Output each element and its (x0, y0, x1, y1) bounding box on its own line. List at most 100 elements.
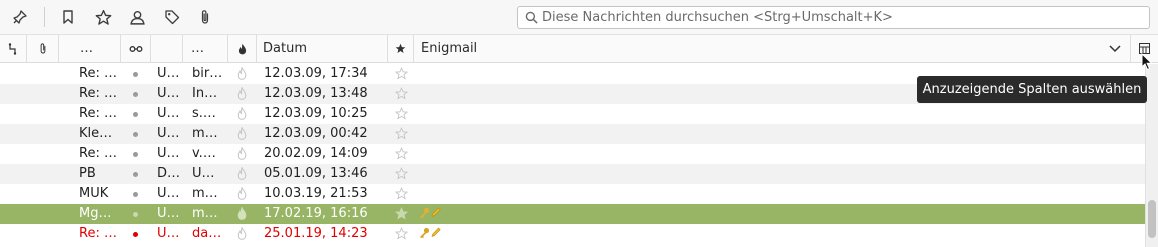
subject-cell: Re: … (79, 226, 117, 241)
message-row[interactable]: Re: … U… da… 25.01.19, 14:23 (0, 224, 1145, 244)
date-cell: 25.01.19, 14:23 (264, 226, 368, 241)
date-cell: 12.03.09, 10:25 (264, 106, 368, 121)
subject-cell: Re: … (79, 66, 117, 81)
junk-flame-icon[interactable] (237, 87, 247, 100)
read-column-header[interactable] (121, 35, 151, 62)
toolbar-separator (44, 7, 45, 27)
status-cell: U… (157, 86, 180, 101)
search-input[interactable] (542, 7, 1142, 28)
date-cell: 12.03.09, 17:34 (264, 66, 368, 81)
star-column-header[interactable] (388, 35, 414, 62)
junk-flame-icon[interactable] (237, 127, 247, 140)
subject-cell: Re: … (79, 106, 117, 121)
date-cell: 10.03.19, 21:53 (264, 186, 368, 201)
message-row-selected[interactable]: Mg… U… m… 17.02.19, 16:16 (0, 204, 1145, 224)
scrollbar-thumb[interactable] (1148, 200, 1156, 238)
search-box[interactable] (517, 6, 1150, 29)
sender-cell: m… (192, 186, 218, 201)
message-row[interactable]: Kle… U… m… 12.03.09, 00:42 (0, 124, 1145, 144)
date-cell: 20.02.09, 14:09 (264, 146, 368, 161)
star-icon[interactable] (395, 147, 408, 160)
star-icon[interactable] (395, 127, 408, 140)
column-picker-tooltip: Anzuzeigende Spalten auswählen (917, 76, 1147, 103)
read-dot-icon[interactable] (133, 232, 138, 237)
enigmail-status (419, 227, 441, 239)
enigmail-status (419, 207, 441, 219)
sender-cell: v.… (192, 146, 216, 161)
date-cell: 12.03.09, 00:42 (264, 126, 368, 141)
status-cell: U… (157, 126, 180, 141)
tag-icon[interactable] (160, 5, 184, 29)
mouse-cursor-icon (1141, 53, 1153, 71)
date-column-header[interactable]: Datum (257, 35, 388, 62)
subject-cell: Kle… (79, 126, 113, 141)
sender-cell: m… (192, 126, 218, 141)
status-cell: U… (157, 226, 180, 241)
search-icon (525, 11, 538, 24)
read-dot-icon[interactable] (133, 172, 138, 177)
chevron-down-icon[interactable] (1109, 45, 1121, 53)
junk-flame-icon (238, 43, 246, 54)
junk-flame-icon[interactable] (237, 187, 247, 200)
status-cell: U… (157, 186, 180, 201)
star-icon[interactable] (395, 107, 408, 120)
subject-cell: Re: … (79, 86, 117, 101)
star-icon[interactable] (91, 5, 115, 29)
star-icon[interactable] (395, 227, 408, 240)
thread-column-header[interactable] (0, 35, 27, 62)
star-icon (395, 43, 406, 54)
pin-icon[interactable] (8, 5, 32, 29)
enigmail-column-header[interactable]: Enigmail (414, 35, 1131, 62)
sender-cell: da… (192, 226, 222, 241)
subject-column-header[interactable]: … (59, 35, 121, 62)
pencil-icon (431, 207, 441, 217)
sender-cell: bir… (192, 66, 223, 81)
star-icon[interactable] (395, 87, 408, 100)
key-icon (420, 207, 430, 219)
status-cell: U… (157, 106, 180, 121)
read-dot-icon[interactable] (133, 132, 138, 137)
message-row[interactable]: PB D… U… 05.01.09, 13:46 (0, 164, 1145, 184)
read-dot-icon[interactable] (133, 152, 138, 157)
message-row[interactable]: Re: … U… v.… 20.02.09, 14:09 (0, 144, 1145, 164)
junk-flame-icon[interactable] (237, 147, 247, 160)
date-cell: 12.03.09, 13:48 (264, 86, 368, 101)
message-row[interactable]: Re: … U… s.… 12.03.09, 10:25 (0, 104, 1145, 124)
sender-column-header[interactable]: … (183, 35, 228, 62)
sender-cell: m… (192, 206, 218, 221)
bookmark-icon[interactable] (56, 5, 80, 29)
read-dot-icon[interactable] (133, 92, 138, 97)
read-dot-icon[interactable] (133, 212, 138, 217)
junk-flame-icon[interactable] (237, 207, 247, 220)
star-icon[interactable] (395, 167, 408, 180)
read-dot-icon[interactable] (133, 192, 138, 197)
status-cell: U… (157, 66, 180, 81)
attachment-column-header[interactable] (27, 35, 59, 62)
thread-icon (8, 42, 17, 55)
read-status-icon (129, 45, 142, 52)
key-icon (420, 227, 430, 239)
contact-icon[interactable] (125, 5, 149, 29)
column-header: … … Datum Enigmail (0, 35, 1158, 63)
read-dot-icon[interactable] (133, 112, 138, 117)
junk-flame-icon[interactable] (237, 67, 247, 80)
status-column-header[interactable] (151, 35, 183, 62)
subject-cell: MUK (79, 186, 109, 201)
junk-flame-icon[interactable] (237, 167, 247, 180)
junk-flame-icon[interactable] (237, 107, 247, 120)
message-toolbar (0, 0, 1158, 35)
read-dot-icon[interactable] (133, 72, 138, 77)
paperclip-icon[interactable] (193, 5, 217, 29)
status-cell: U… (157, 146, 180, 161)
enigmail-label: Enigmail (421, 41, 478, 56)
sender-cell: In… (192, 86, 218, 101)
status-cell: U… (157, 206, 180, 221)
star-icon[interactable] (395, 67, 408, 80)
status-cell: D… (157, 166, 181, 181)
junk-flame-icon[interactable] (237, 227, 247, 240)
star-icon[interactable] (395, 187, 408, 200)
junk-column-header[interactable] (228, 35, 257, 62)
star-icon[interactable] (395, 207, 408, 220)
date-cell: 17.02.19, 16:16 (264, 206, 368, 221)
message-row[interactable]: MUK U… m… 10.03.19, 21:53 (0, 184, 1145, 204)
